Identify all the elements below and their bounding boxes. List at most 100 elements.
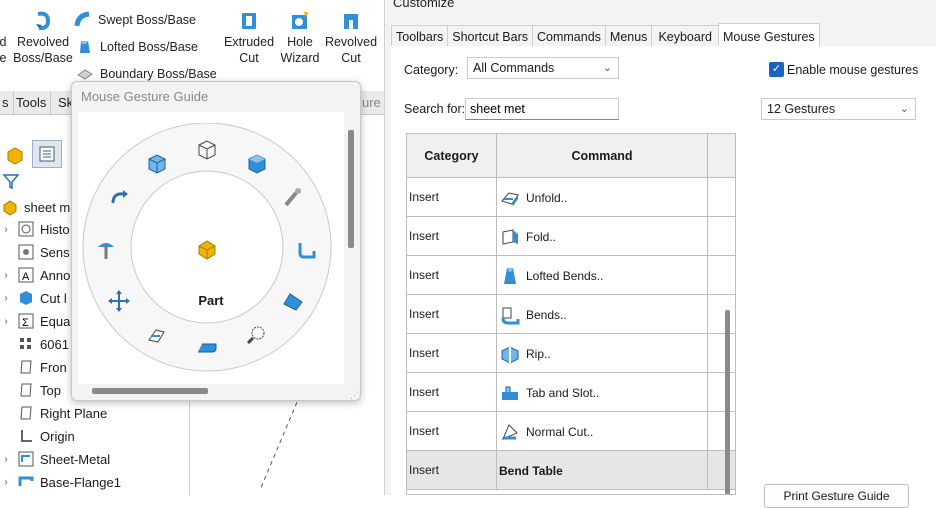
- tree-item-equations[interactable]: › Σ Equa: [0, 310, 70, 332]
- tree-item-front-plane[interactable]: Fron: [0, 356, 67, 378]
- guide-horizontal-scrollbar[interactable]: [92, 388, 208, 394]
- flatten-icon[interactable]: [280, 288, 306, 314]
- lofted-bends-icon: [499, 265, 521, 287]
- revolved-boss-icon: [36, 11, 51, 31]
- tree-item-label: Base-Flange1: [40, 474, 121, 490]
- table-row[interactable]: Insert Normal Cut..: [407, 412, 735, 451]
- expand-arrow-icon[interactable]: ›: [0, 454, 12, 465]
- unfold-icon[interactable]: [144, 322, 170, 348]
- tab-slot-icon: [499, 382, 521, 404]
- chevron-down-icon: ⌄: [899, 103, 909, 115]
- tab-commands[interactable]: Commands: [531, 25, 606, 47]
- chevron-down-icon: ⌄: [602, 62, 612, 74]
- column-header-category[interactable]: Category: [407, 134, 497, 178]
- tree-item-label: Sens: [40, 244, 70, 260]
- row-category: Insert: [407, 451, 497, 490]
- expand-arrow-icon[interactable]: ›: [0, 316, 12, 327]
- table-row[interactable]: [407, 490, 735, 494]
- row-command-cell: Bends..: [497, 295, 708, 334]
- magnify-search-icon[interactable]: [244, 322, 270, 348]
- table-row[interactable]: Insert Lofted Bends..: [407, 256, 735, 295]
- table-row[interactable]: Insert Unfold..: [407, 178, 735, 217]
- category-label: Category:: [404, 63, 459, 77]
- gestures-count-dropdown[interactable]: 12 Gestures ⌄: [761, 98, 916, 120]
- lofted-boss-icon: [80, 41, 90, 53]
- tab-menus[interactable]: Menus: [604, 25, 653, 47]
- enable-gestures-checkbox[interactable]: ✓: [769, 62, 784, 77]
- expand-arrow-icon[interactable]: ›: [0, 270, 12, 281]
- tab-tools[interactable]: Tools: [12, 91, 52, 115]
- search-input[interactable]: [465, 98, 619, 120]
- expand-arrow-icon[interactable]: ›: [0, 477, 12, 488]
- tree-item-right-plane[interactable]: Right Plane: [0, 402, 107, 424]
- resize-grip-icon[interactable]: ⋰: [350, 390, 359, 401]
- revolved-boss-button[interactable]: Revolved Boss/Base: [12, 10, 74, 66]
- tree-item-label: Fron: [40, 359, 67, 375]
- table-row-selected[interactable]: Insert Bend Table: [407, 451, 735, 490]
- print-gesture-guide-button[interactable]: Print Gesture Guide: [764, 484, 909, 508]
- extruded-cut-icon: [242, 13, 256, 29]
- tree-item-label: Top: [40, 382, 61, 398]
- sketch-dashed-line: [259, 394, 301, 491]
- expand-arrow-icon[interactable]: ›: [0, 224, 12, 235]
- tree-item-material[interactable]: 6061: [0, 333, 69, 355]
- feature-manager-icon[interactable]: [4, 144, 26, 166]
- tree-item-cut-list[interactable]: › Cut l: [0, 287, 66, 309]
- tree-root[interactable]: sheet me: [0, 196, 77, 218]
- column-header-command[interactable]: Command: [497, 134, 708, 178]
- table-vertical-scrollbar[interactable]: [725, 310, 730, 494]
- tree-item-top-plane[interactable]: Top: [0, 379, 61, 401]
- origin-icon: [16, 427, 36, 445]
- gestures-count-value: 12 Gestures: [767, 102, 836, 116]
- category-dropdown[interactable]: All Commands ⌄: [467, 57, 619, 79]
- tree-item-label: Right Plane: [40, 405, 108, 421]
- table-row[interactable]: Insert Tab and Slot..: [407, 373, 735, 412]
- isometric-cube-icon[interactable]: [144, 150, 170, 176]
- row-category: Insert: [407, 256, 497, 295]
- sensors-icon: [16, 243, 36, 261]
- tab-shortcut-bars[interactable]: Shortcut Bars: [447, 25, 533, 47]
- tab-keyboard[interactable]: Keyboard: [651, 25, 719, 47]
- tree-item-base-flange[interactable]: › Base-Flange1: [0, 471, 121, 493]
- tree-item-annotations[interactable]: › A Anno: [0, 264, 70, 286]
- filter-icon[interactable]: [2, 172, 20, 190]
- hole-wizard-button[interactable]: Hole Wizard: [278, 10, 322, 66]
- tree-item-sheet-metal[interactable]: › Sheet-Metal: [0, 448, 110, 470]
- expand-arrow-icon[interactable]: ›: [0, 293, 12, 304]
- extruded-cut-label-1: Extruded: [223, 35, 275, 49]
- move-arrows-icon[interactable]: [106, 288, 132, 314]
- tab-mouse-gestures[interactable]: Mouse Gestures: [717, 23, 820, 48]
- column-header-extra: [708, 134, 735, 178]
- rip-icon: [499, 343, 521, 365]
- sheet-metal-bend-icon[interactable]: [294, 237, 320, 263]
- mouse-gesture-guide[interactable]: Mouse Gesture Guide Part ⋰: [71, 81, 361, 401]
- table-row[interactable]: Insert Fold..: [407, 217, 735, 256]
- table-row[interactable]: Insert Rip..: [407, 334, 735, 373]
- tree-item-history[interactable]: › Histo: [0, 218, 70, 240]
- ribbon-partial-command[interactable]: d e: [0, 34, 8, 66]
- tree-item-origin[interactable]: Origin: [0, 425, 75, 447]
- table-row[interactable]: Insert Bends..: [407, 295, 735, 334]
- tree-item-sensors[interactable]: Sens: [0, 241, 70, 263]
- tab-feature-partial[interactable]: ure: [358, 91, 384, 115]
- row-command-cell: Unfold..: [497, 178, 708, 217]
- customize-dialog: Customize Toolbars Shortcut Bars Command…: [384, 0, 936, 508]
- row-category: Insert: [407, 217, 497, 256]
- tab-toolbars[interactable]: Toolbars: [391, 25, 449, 47]
- top-view-icon[interactable]: [194, 136, 220, 162]
- revolved-cut-button[interactable]: Revolved Cut: [323, 10, 379, 66]
- row-command-cell: Bend Table: [497, 451, 708, 490]
- extruded-cut-button[interactable]: Extruded Cut: [222, 10, 276, 66]
- rotate-arrow-icon[interactable]: [106, 185, 132, 211]
- row-command-cell: Rip..: [497, 334, 708, 373]
- gesture-commands-table: Category Command Insert Unfold.. Insert …: [406, 133, 736, 495]
- guide-title: Mouse Gesture Guide: [81, 89, 209, 104]
- shaded-cube-icon[interactable]: [244, 150, 270, 176]
- fold-icon[interactable]: [194, 334, 220, 360]
- pin-tool-icon[interactable]: [280, 185, 306, 211]
- selection-tool-icon[interactable]: [93, 237, 119, 263]
- swept-boss-button[interactable]: Swept Boss/Base: [74, 11, 196, 29]
- property-manager-tab[interactable]: [32, 140, 62, 168]
- lofted-boss-button[interactable]: Lofted Boss/Base: [76, 38, 198, 56]
- guide-vertical-scrollbar[interactable]: [348, 130, 354, 248]
